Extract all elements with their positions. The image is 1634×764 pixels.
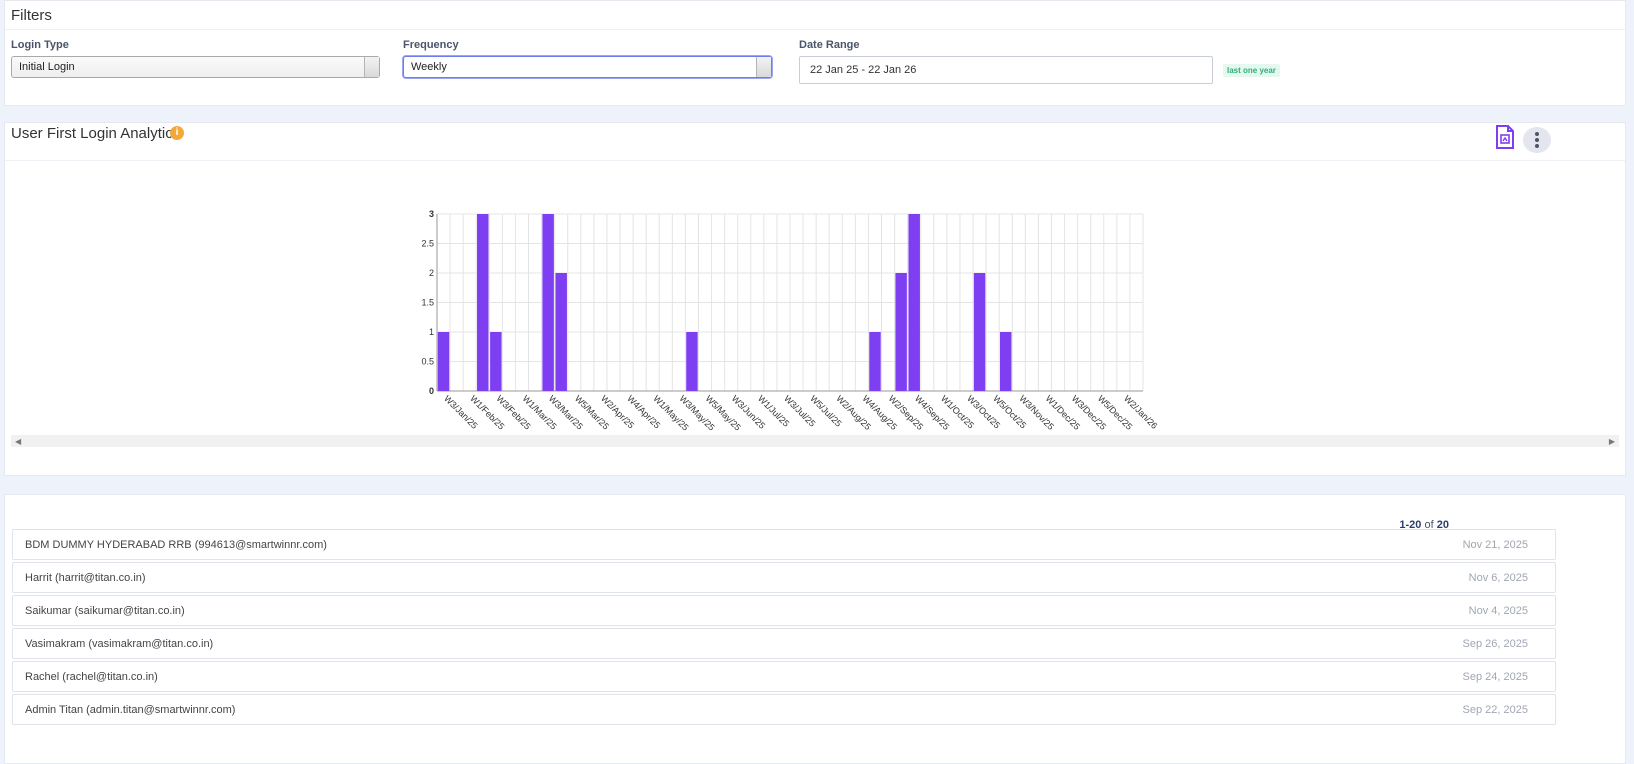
list-item[interactable]: BDM DUMMY HYDERABAD RRB (994613@smartwin… [12,529,1556,560]
list-item[interactable]: Admin Titan (admin.titan@smartwinnr.com)… [12,694,1556,725]
chart-bar [555,273,567,391]
date-range-input[interactable]: 22 Jan 25 - 22 Jan 26 [799,56,1213,84]
analytics-panel: User First Login Analytics i 0 0.5 1 1.5 2 2.… [4,122,1626,476]
login-type-value: Initial Login [19,61,75,73]
user-name-email: Saikumar (saikumar@titan.co.in) [25,605,185,617]
first-login-date: Nov 21, 2025 [1462,539,1528,551]
y-tick-label: 2.5 [421,239,434,249]
frequency-value: Weekly [411,61,447,73]
user-name-email: Harrit (harrit@titan.co.in) [25,572,146,584]
y-tick-label: 0.5 [421,357,434,367]
chart-horizontal-scrollbar[interactable]: ◀ ▶ [11,435,1619,447]
first-login-date: Nov 4, 2025 [1468,605,1528,617]
filters-title: Filters [11,7,52,24]
scroll-right-icon[interactable]: ▶ [1609,437,1615,446]
date-range-badge[interactable]: last one year [1223,64,1280,77]
y-tick-label: 1.5 [421,298,434,308]
chart-bar [686,332,698,391]
y-tick-label: 0 [429,386,434,396]
chart-bar [999,332,1012,391]
list-item[interactable]: Rachel (rachel@titan.co.in) Sep 24, 2025 [12,661,1556,692]
frequency-label: Frequency [403,39,459,51]
chart-bar [908,214,920,391]
login-type-select[interactable]: Initial Login [11,56,380,78]
user-name-email: Rachel (rachel@titan.co.in) [25,671,158,683]
login-type-label: Login Type [11,39,69,51]
chart-bar [895,273,907,391]
first-login-list-panel: 1-20 of 20 BDM DUMMY HYDERABAD RRB (9946… [4,494,1626,764]
frequency-select[interactable]: Weekly [403,56,772,78]
list-item[interactable]: Saikumar (saikumar@titan.co.in) Nov 4, 2… [12,595,1556,626]
first-login-date: Sep 24, 2025 [1462,671,1528,683]
first-login-bar-chart: 00.511.522.53W3/Jan/25W1/Feb/25W3/Feb/25… [421,209,1159,433]
user-name-email: Admin Titan (admin.titan@smartwinnr.com) [25,704,236,716]
chart-bar [973,273,986,391]
user-name-email: Vasimakram (vasimakram@titan.co.in) [25,638,214,650]
list-item[interactable]: Vasimakram (vasimakram@titan.co.in) Sep … [12,628,1556,659]
first-login-date: Nov 6, 2025 [1468,572,1528,584]
login-type-dropdown-arrow[interactable] [364,57,379,77]
y-tick-label: 1 [429,327,434,337]
chart-bar [437,332,450,391]
first-login-date: Sep 22, 2025 [1462,704,1528,716]
list-item[interactable]: Harrit (harrit@titan.co.in) Nov 6, 2025 [12,562,1556,593]
date-range-label: Date Range [799,39,860,51]
chart-bar [477,214,489,391]
chart-bar [542,214,554,391]
scroll-left-icon[interactable]: ◀ [15,437,21,446]
user-name-email: BDM DUMMY HYDERABAD RRB (994613@smartwin… [25,539,327,551]
first-login-date: Sep 26, 2025 [1462,638,1528,650]
y-tick-label: 2 [429,268,434,278]
chart-bar [490,332,502,391]
y-tick-label: 3 [429,209,434,219]
chart-bar [869,332,881,391]
filters-divider [5,29,1625,30]
frequency-dropdown-arrow[interactable] [756,57,771,77]
filters-panel: Filters Login Type Initial Login Frequen… [4,0,1626,106]
